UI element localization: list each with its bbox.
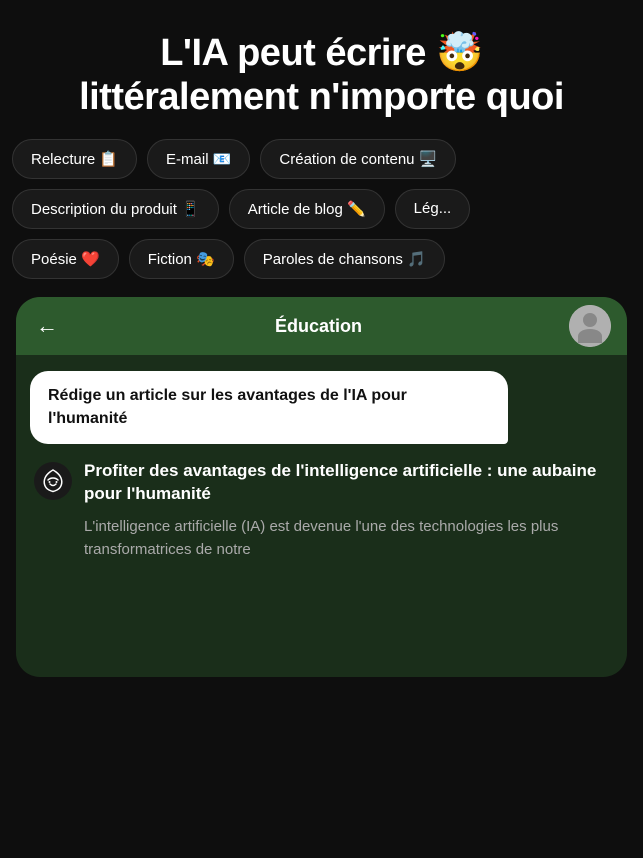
header-section: L'IA peut écrire 🤯 littéralement n'impor… xyxy=(0,0,643,139)
page-title: L'IA peut écrire 🤯 littéralement n'impor… xyxy=(24,32,619,119)
ai-response: Profiter des avantages de l'intelligence… xyxy=(30,460,613,561)
chat-card: ← Éducation Rédige un article sur les av… xyxy=(16,297,627,677)
tags-section: Relecture 📋 E-mail 📧 Création de contenu… xyxy=(0,139,643,279)
tag-email[interactable]: E-mail 📧 xyxy=(147,139,250,179)
back-button[interactable]: ← xyxy=(36,313,58,339)
tags-row-1: Relecture 📋 E-mail 📧 Création de contenu… xyxy=(12,139,631,179)
chat-title: Éducation xyxy=(70,316,567,337)
ai-message-content: Profiter des avantages de l'intelligence… xyxy=(84,460,609,561)
tag-poesie[interactable]: Poésie ❤️ xyxy=(12,239,119,279)
tag-description-produit[interactable]: Description du produit 📱 xyxy=(12,189,219,229)
ai-response-text: L'intelligence artificielle (IA) est dev… xyxy=(84,516,609,561)
chat-fade xyxy=(16,569,627,609)
tag-fiction[interactable]: Fiction 🎭 xyxy=(129,239,234,279)
chat-body: Rédige un article sur les avantages de l… xyxy=(16,355,627,577)
tag-creation-contenu[interactable]: Création de contenu 🖥️ xyxy=(260,139,456,179)
tag-article-blog[interactable]: Article de blog ✏️ xyxy=(229,189,385,229)
user-message-text: Rédige un article sur les avantages de l… xyxy=(48,387,407,426)
tag-relecture[interactable]: Relecture 📋 xyxy=(12,139,137,179)
avatar xyxy=(569,305,611,347)
avatar-image xyxy=(569,305,611,347)
user-message-bubble: Rédige un article sur les avantages de l… xyxy=(30,371,508,444)
ai-logo-icon xyxy=(34,462,72,500)
tag-paroles-chansons[interactable]: Paroles de chansons 🎵 xyxy=(244,239,445,279)
tags-row-3: Poésie ❤️ Fiction 🎭 Paroles de chansons … xyxy=(12,239,631,279)
tag-leg[interactable]: Lég... xyxy=(395,189,471,229)
ai-response-title: Profiter des avantages de l'intelligence… xyxy=(84,460,609,506)
tags-row-2: Description du produit 📱 Article de blog… xyxy=(12,189,631,229)
chat-header: ← Éducation xyxy=(16,297,627,355)
